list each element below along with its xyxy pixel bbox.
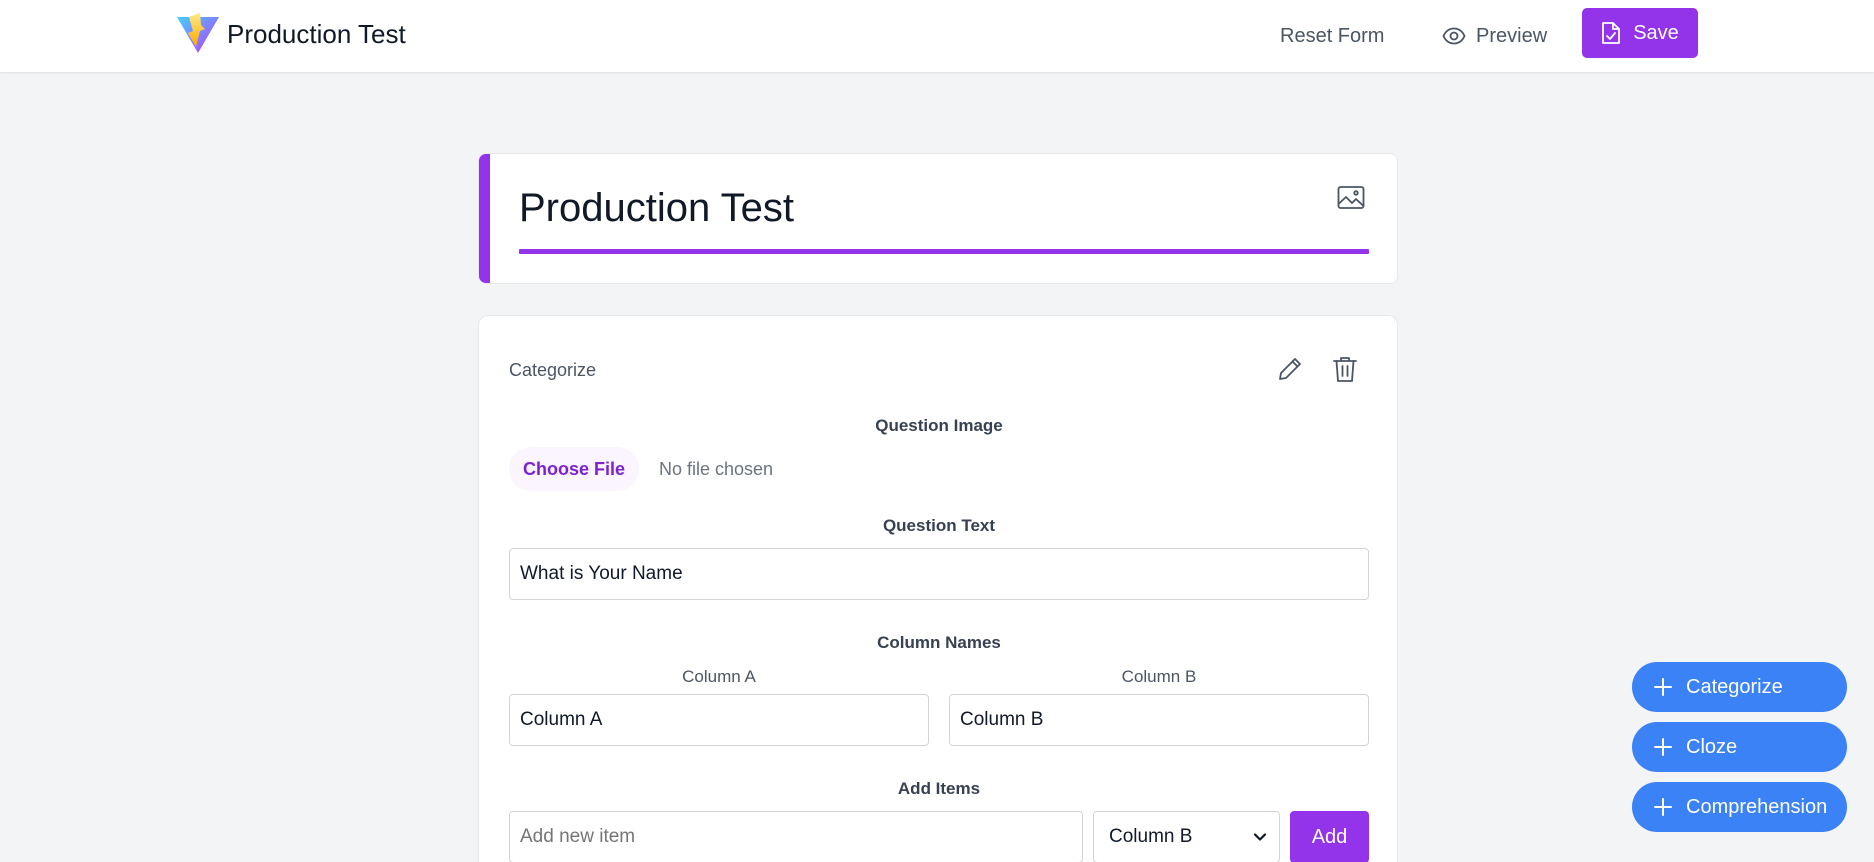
pencil-icon[interactable] — [1277, 356, 1303, 382]
form-header-card: Production Test — [478, 153, 1398, 284]
new-item-input[interactable] — [509, 811, 1083, 862]
question-card: Categorize Question Image Choose File No… — [478, 315, 1398, 862]
add-comprehension-label: Comprehension — [1686, 795, 1828, 818]
plus-icon — [1654, 678, 1672, 696]
save-file-icon — [1602, 22, 1621, 44]
choose-file-button[interactable]: Choose File — [509, 447, 639, 491]
reset-form-button[interactable]: Reset Form — [1270, 16, 1394, 56]
app-logo-icon — [177, 13, 219, 53]
add-items-heading: Add Items — [897, 779, 981, 798]
column-select-value: Column B — [1109, 826, 1193, 847]
save-label: Save — [1633, 21, 1679, 44]
image-icon[interactable] — [1337, 185, 1365, 211]
column-b-label: Column B — [1121, 667, 1197, 686]
file-status-text: No file chosen — [659, 459, 774, 479]
column-b-input[interactable] — [949, 694, 1369, 746]
preview-label: Preview — [1476, 24, 1548, 47]
column-names-heading: Column Names — [877, 633, 1001, 652]
question-text-heading: Question Text — [882, 516, 996, 535]
question-type-label: Categorize — [509, 360, 597, 380]
plus-icon — [1654, 738, 1672, 756]
eye-icon — [1442, 27, 1466, 45]
top-bar: Production Test Reset Form Preview Save — [0, 0, 1874, 73]
add-comprehension-button[interactable]: Comprehension — [1632, 782, 1847, 832]
question-text-input[interactable] — [509, 548, 1369, 600]
add-categorize-button[interactable]: Categorize — [1632, 662, 1847, 712]
column-a-label: Column A — [682, 667, 756, 686]
add-cloze-label: Cloze — [1686, 735, 1738, 758]
form-title[interactable]: Production Test — [519, 184, 794, 232]
column-select[interactable]: Column B — [1093, 811, 1280, 862]
chevron-down-icon — [1253, 833, 1267, 841]
app-title: Production Test — [227, 19, 406, 49]
preview-button[interactable]: Preview — [1432, 16, 1557, 56]
plus-icon — [1654, 798, 1672, 816]
form-title-underline — [519, 249, 1369, 254]
add-cloze-button[interactable]: Cloze — [1632, 722, 1847, 772]
column-a-input[interactable] — [509, 694, 929, 746]
header-accent-bar — [479, 154, 490, 283]
add-item-button[interactable]: Add — [1290, 811, 1369, 862]
save-button[interactable]: Save — [1582, 8, 1698, 58]
trash-icon[interactable] — [1332, 355, 1358, 383]
add-categorize-label: Categorize — [1686, 675, 1783, 698]
question-image-heading: Question Image — [875, 416, 1003, 435]
